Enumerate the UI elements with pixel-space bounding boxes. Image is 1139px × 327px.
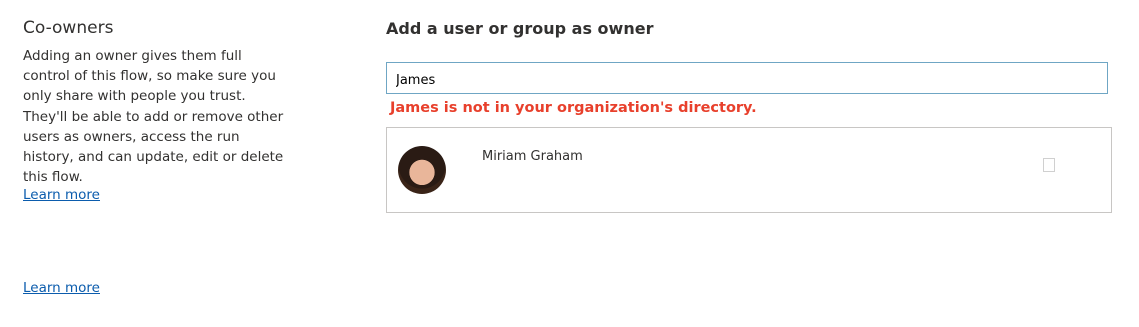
coowners-description: Adding an owner gives them full control … — [23, 48, 284, 186]
user-result-row[interactable]: Miriam Graham — [387, 128, 1111, 212]
user-name: Miriam Graham — [482, 149, 583, 164]
user-select-checkbox[interactable] — [1043, 158, 1055, 172]
user-avatar — [398, 146, 446, 194]
owner-search-input[interactable] — [386, 62, 1108, 94]
add-owner-title: Add a user or group as owner — [386, 19, 654, 38]
user-results-list: Miriam Graham — [386, 127, 1112, 213]
learn-more-link-bottom[interactable]: Learn more — [23, 278, 100, 298]
directory-error-message: James is not in your organization's dire… — [390, 100, 757, 116]
coowners-panel: Co-owners Adding an owner gives them ful… — [23, 17, 285, 187]
learn-more-link[interactable]: Learn more — [23, 185, 100, 205]
coowners-title: Co-owners — [23, 18, 114, 38]
add-owner-panel: Add a user or group as owner James is no… — [386, 17, 1112, 213]
